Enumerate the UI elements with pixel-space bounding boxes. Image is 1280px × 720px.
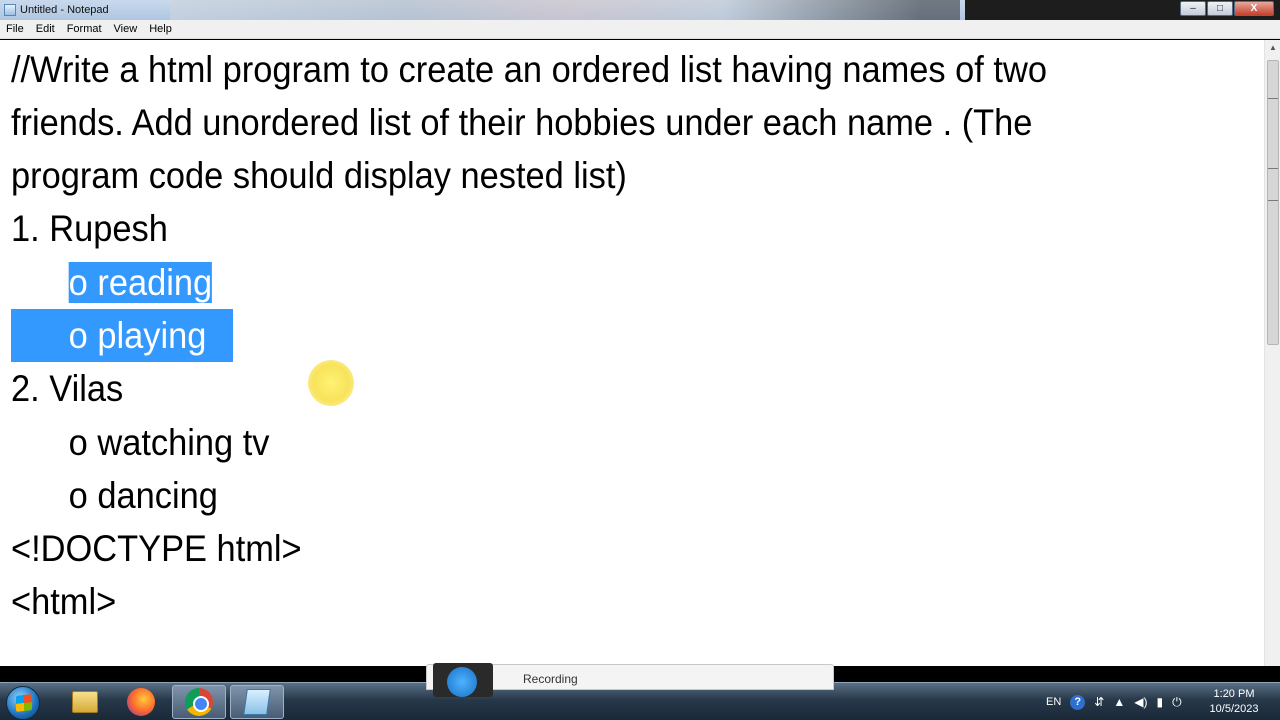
scrollbar-thumb[interactable] <box>1267 60 1279 345</box>
title-bar: Untitled - Notepad – □ X <box>0 0 1280 20</box>
taskbar-chrome[interactable] <box>172 685 226 719</box>
window-controls: – □ X <box>1180 1 1274 16</box>
text-line: 2. Vilas <box>11 368 124 409</box>
system-tray: EN ? ⇵ ▲ ◀) ▮ ⏻ <box>1046 683 1182 720</box>
close-button[interactable]: X <box>1234 1 1274 16</box>
menu-file[interactable]: File <box>6 23 24 35</box>
window-title: Untitled - Notepad <box>20 4 109 16</box>
background-blur <box>170 0 960 20</box>
selected-text: o reading <box>68 262 213 303</box>
text-line: //Write a html program to create an orde… <box>11 49 1047 90</box>
notepad-icon <box>4 4 16 16</box>
text-line-selected: o playing <box>11 309 207 362</box>
recording-widget[interactable]: Recording <box>426 663 834 697</box>
text-line-selected: o reading <box>11 256 213 309</box>
firefox-icon <box>127 688 155 716</box>
text-line-content: o dancing <box>68 475 218 516</box>
mouse-cursor-highlight <box>308 360 354 406</box>
menu-view[interactable]: View <box>114 23 138 35</box>
text-line: <html> <box>11 581 117 622</box>
help-icon[interactable]: ? <box>1070 694 1086 710</box>
text-line-content: o watching tv <box>68 422 270 463</box>
maximize-button[interactable]: □ <box>1207 1 1233 16</box>
vertical-scrollbar[interactable]: ▲ <box>1264 40 1280 666</box>
text-line: friends. Add unordered list of their hob… <box>11 102 1033 143</box>
scroll-marker <box>1268 168 1278 169</box>
clock-date: 10/5/2023 <box>1209 703 1259 715</box>
text-line: <!DOCTYPE html> <box>11 528 302 569</box>
menu-format[interactable]: Format <box>67 23 102 35</box>
clock[interactable]: 1:20 PM 10/5/2023 <box>1200 687 1268 717</box>
folder-icon <box>72 691 98 713</box>
text-line: o dancing <box>11 469 218 522</box>
start-button[interactable] <box>6 686 40 720</box>
recording-label: Recording <box>523 672 578 686</box>
taskbar-explorer[interactable] <box>58 685 112 719</box>
text-line: 1. Rupesh <box>11 208 168 249</box>
text-line: o watching tv <box>11 416 270 469</box>
record-icon[interactable] <box>433 663 493 697</box>
text-line: program code should display nested list) <box>11 155 627 196</box>
power-icon[interactable]: ⏻ <box>1172 695 1182 710</box>
taskbar-notepad[interactable] <box>230 685 284 719</box>
clock-time: 1:20 PM <box>1213 688 1255 700</box>
chrome-icon <box>185 688 213 716</box>
scroll-marker <box>1268 200 1278 201</box>
network-share-icon[interactable]: ⇵ <box>1094 695 1104 709</box>
menu-bar: File Edit Format View Help <box>0 20 1280 39</box>
selected-text: o playing <box>68 315 207 356</box>
text-editor[interactable]: //Write a html program to create an orde… <box>0 40 1264 666</box>
notepad-icon <box>243 689 271 715</box>
language-indicator[interactable]: EN <box>1046 696 1061 708</box>
scroll-up-arrow-icon[interactable]: ▲ <box>1265 40 1280 56</box>
minimize-button[interactable]: – <box>1180 1 1206 16</box>
menu-help[interactable]: Help <box>149 23 172 35</box>
signal-icon[interactable]: ▮ <box>1156 695 1163 709</box>
scroll-marker <box>1268 98 1278 99</box>
show-hidden-icons-icon[interactable]: ▲ <box>1113 695 1125 709</box>
menu-edit[interactable]: Edit <box>36 23 55 35</box>
taskbar-firefox[interactable] <box>114 685 168 719</box>
volume-icon[interactable]: ◀) <box>1134 695 1147 709</box>
windows-logo-icon <box>16 694 32 712</box>
